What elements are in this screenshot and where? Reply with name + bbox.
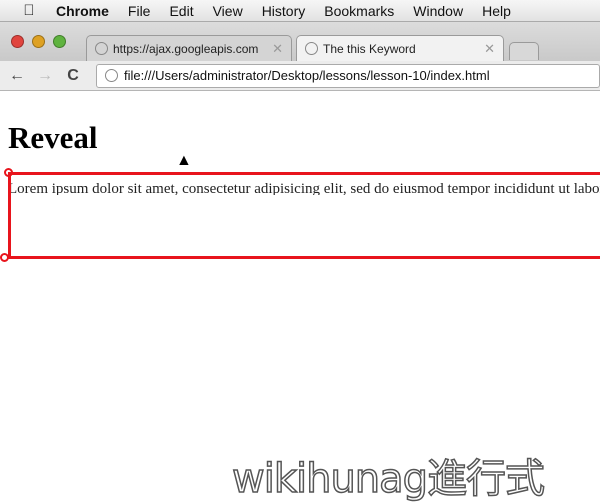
menu-bar:  Chrome File Edit View History Bookmark… xyxy=(0,0,600,22)
minimize-window-button[interactable] xyxy=(32,35,45,48)
menu-help[interactable]: Help xyxy=(482,3,511,19)
back-icon[interactable]: ← xyxy=(6,67,28,85)
menu-bookmarks[interactable]: Bookmarks xyxy=(324,3,394,19)
mouse-cursor-icon: ▲ xyxy=(176,152,192,169)
toolbar: ← → C file:///Users/administrator/Deskto… xyxy=(0,61,600,91)
zoom-window-button[interactable] xyxy=(53,35,66,48)
new-tab-button[interactable] xyxy=(509,42,539,60)
menu-view[interactable]: View xyxy=(213,3,243,19)
reveal-paragraph: Lorem ipsum dolor sit amet, consectetur … xyxy=(8,181,600,195)
close-tab-icon[interactable]: ✕ xyxy=(272,41,283,57)
globe-icon xyxy=(105,69,118,82)
resize-handle-top-left[interactable] xyxy=(4,168,13,177)
menu-window[interactable]: Window xyxy=(413,3,463,19)
forward-icon[interactable]: → xyxy=(34,67,56,85)
tab-googleapis[interactable]: https://ajax.googleapis.com ✕ xyxy=(86,35,292,61)
tab-this-keyword[interactable]: The this Keyword ✕ xyxy=(296,35,504,61)
globe-icon xyxy=(95,42,108,55)
reveal-box: Lorem ipsum dolor sit amet, consectetur … xyxy=(8,172,600,259)
tab-title: The this Keyword xyxy=(323,41,416,56)
menu-app[interactable]: Chrome xyxy=(56,3,109,19)
tab-strip: https://ajax.googleapis.com ✕ The this K… xyxy=(0,22,600,61)
globe-icon xyxy=(305,42,318,55)
menu-edit[interactable]: Edit xyxy=(169,3,193,19)
menu-file[interactable]: File xyxy=(128,3,151,19)
reload-icon[interactable]: C xyxy=(62,67,84,85)
menu-history[interactable]: History xyxy=(262,3,306,19)
watermark: wikihunag進行式 xyxy=(231,455,546,503)
address-bar[interactable]: file:///Users/administrator/Desktop/less… xyxy=(96,63,600,88)
resize-handle-bottom-left[interactable] xyxy=(0,253,9,262)
close-window-button[interactable] xyxy=(11,35,24,48)
tab-title: https://ajax.googleapis.com xyxy=(113,41,259,56)
page-heading: Reveal xyxy=(8,120,98,155)
apple-icon[interactable]:  xyxy=(20,2,38,19)
close-tab-icon[interactable]: ✕ xyxy=(484,41,495,57)
url-text: file:///Users/administrator/Desktop/less… xyxy=(124,68,490,83)
